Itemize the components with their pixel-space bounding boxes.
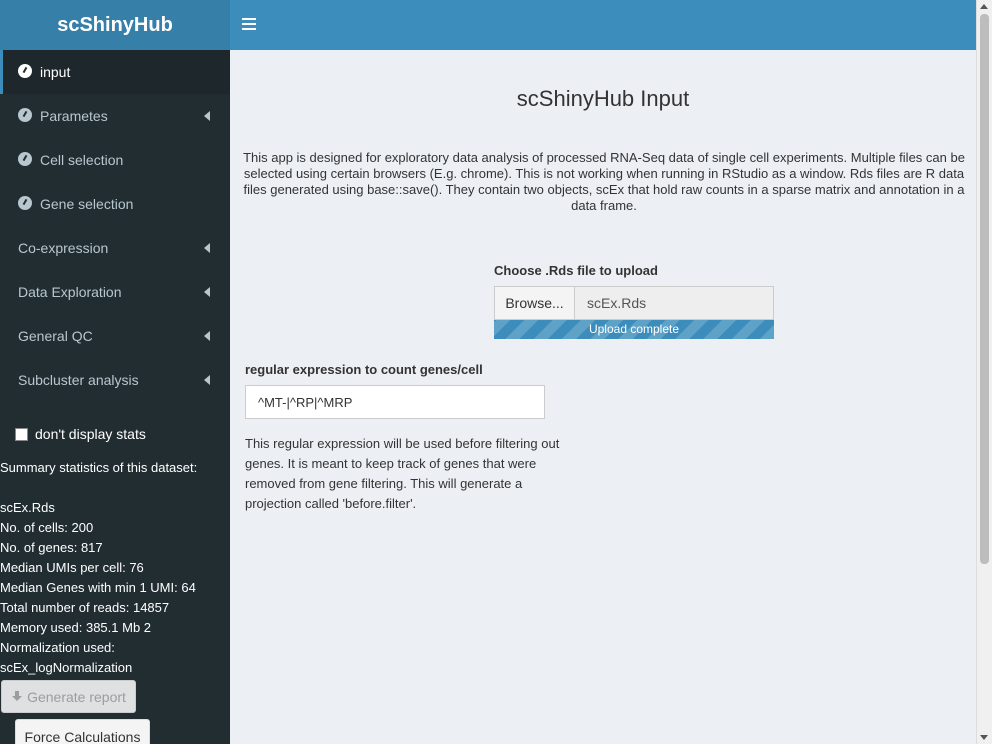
stats-line: scEx_logNormalization [0,660,133,675]
checkbox-label: don't display stats [35,426,146,442]
sidebar-item-gene-selection[interactable]: Gene selection [0,182,230,226]
intro-text: This app is designed for exploratory dat… [243,150,965,213]
download-icon [11,690,23,703]
scrollbar-thumb[interactable] [980,14,989,564]
upload-label: Choose .Rds file to upload [494,263,658,278]
sidebar-item-label: Cell selection [40,152,124,168]
file-upload[interactable]: Browse... scEx.Rds [494,286,774,320]
sidebar: input Parametes Cell selection Gene sele… [0,50,230,744]
sidebar-item-label: Co-expression [18,240,109,256]
force-calculations-button[interactable]: Force Calculations [15,719,150,744]
stats-line: Normalization used: [0,640,115,655]
chevron-left-icon [204,270,210,314]
dashboard-icon [18,108,32,123]
sidebar-item-co-expression[interactable]: Co-expression [0,226,230,270]
dashboard-icon [18,64,32,79]
chevron-left-icon [204,226,210,270]
sidebar-item-label: Subcluster analysis [18,372,139,388]
stats-line: Memory used: 385.1 Mb 2 [0,620,152,635]
sidebar-item-subcluster-analysis[interactable]: Subcluster analysis [0,358,230,402]
file-name-field: scEx.Rds [575,287,773,319]
stats-line: No. of cells: 200 [0,520,94,535]
dont-display-stats-checkbox[interactable]: don't display stats [15,426,146,442]
main-content: scShinyHub Input This app is designed fo… [230,50,976,744]
scroll-down-icon[interactable] [980,735,988,740]
stats-heading: Summary statistics of this dataset: [0,460,198,475]
scroll-up-icon[interactable] [980,4,988,9]
upload-progress-bar: Upload complete [494,320,774,339]
regex-input[interactable] [245,385,545,419]
sidebar-item-label: Gene selection [40,196,134,212]
regex-label: regular expression to count genes/cell [245,362,483,377]
summary-statistics: Summary statistics of this dataset: scEx… [0,458,230,678]
sidebar-item-parametes[interactable]: Parametes [0,94,230,138]
dashboard-icon [18,196,32,211]
sidebar-item-general-qc[interactable]: General QC [0,314,230,358]
sidebar-item-cell-selection[interactable]: Cell selection [0,138,230,182]
sidebar-item-label: General QC [18,328,93,344]
sidebar-item-label: Data Exploration [18,284,122,300]
generate-report-button[interactable]: Generate report [1,680,136,713]
chevron-left-icon [204,94,210,138]
sidebar-item-label: input [40,64,71,80]
stats-line: Median UMIs per cell: 76 [0,560,144,575]
regex-help-text: This regular expression will be used bef… [245,436,560,511]
stats-line: Total number of reads: 14857 [0,600,170,615]
page-title: scShinyHub Input [516,86,690,111]
sidebar-item-label: Parametes [40,108,108,124]
browse-button[interactable]: Browse... [495,287,575,319]
checkbox-box[interactable] [15,427,28,441]
vertical-scrollbar[interactable] [976,0,992,744]
sidebar-toggle-icon[interactable] [242,15,260,35]
stats-line: No. of genes: 817 [0,540,103,555]
chevron-left-icon [204,358,210,402]
generate-report-label: Generate report [27,688,126,705]
sidebar-item-data-exploration[interactable]: Data Exploration [0,270,230,314]
chevron-left-icon [204,314,210,358]
app-logo[interactable]: scShinyHub [0,0,230,50]
stats-line: scEx.Rds [0,500,55,515]
dashboard-icon [18,152,32,167]
top-navbar [230,0,976,50]
stats-line: Median Genes with min 1 UMI: 64 [0,580,196,595]
sidebar-item-input[interactable]: input [0,50,230,94]
